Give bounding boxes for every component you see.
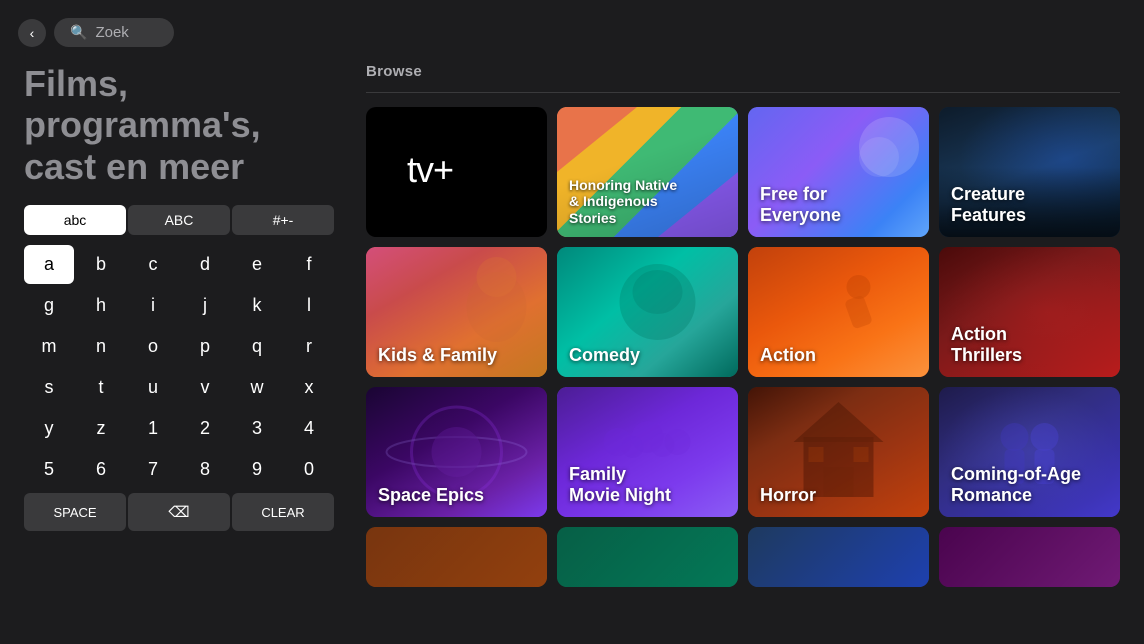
key-t[interactable]: t [76,368,126,407]
key-5[interactable]: 5 [24,450,74,489]
browse-card-appletv-plus[interactable]: tv+ [366,107,547,237]
key-j[interactable]: j [180,286,230,325]
key-n[interactable]: n [76,327,126,366]
key-z[interactable]: z [76,409,126,448]
key-b[interactable]: b [76,245,126,284]
keyboard-grid: abcdef ghijkl mnopqr stuvwx yz1234 567890 [24,245,334,489]
key-f[interactable]: f [284,245,334,284]
key-8[interactable]: 8 [180,450,230,489]
browse-card-horror[interactable]: Horror [748,387,929,517]
card-label-indigenous: Honoring Native& IndigenousStories [569,177,677,227]
key-y[interactable]: y [24,409,74,448]
card-label-family-night: FamilyMovie Night [569,464,671,507]
key-l[interactable]: l [284,286,334,325]
card-label-creature: CreatureFeatures [951,184,1026,227]
browse-card-coming-of-age-romance[interactable]: Coming-of-AgeRomance [939,387,1120,517]
card-label-free: Free forEveryone [760,184,841,227]
key-g[interactable]: g [24,286,74,325]
search-icon: 🔍 [70,24,87,41]
mode-ABC[interactable]: ABC [128,205,230,235]
card-label-action-thrillers: ActionThrillers [951,324,1022,367]
key-x[interactable]: x [284,368,334,407]
top-bar: ‹ 🔍 Zoek [0,0,1144,57]
key-c[interactable]: c [128,245,178,284]
browse-grid: tv+ Honoring Native& IndigenousS [366,107,1120,517]
keyboard-modes: abc ABC #+- [24,205,334,235]
browse-section-title: Browse [366,63,1120,80]
browse-card-partial-2[interactable] [557,527,738,587]
search-label: Zoek [95,24,128,41]
key-a[interactable]: a [24,245,74,284]
page-title: Films, programma's, cast en meer [24,63,334,187]
key-v[interactable]: v [180,368,230,407]
browse-card-honoring-indigenous[interactable]: Honoring Native& IndigenousStories [557,107,738,237]
browse-row4 [366,527,1120,587]
key-k[interactable]: k [232,286,282,325]
back-button[interactable]: ‹ [18,19,46,47]
card-label-horror: Horror [760,485,816,507]
mode-abc[interactable]: abc [24,205,126,235]
card-label-space: Space Epics [378,485,484,507]
browse-card-space-epics[interactable]: Space Epics [366,387,547,517]
key-s[interactable]: s [24,368,74,407]
browse-card-free-for-everyone[interactable]: Free forEveryone [748,107,929,237]
svg-text:tv+: tv+ [407,149,453,190]
browse-card-comedy[interactable]: Comedy [557,247,738,377]
browse-card-creature-features[interactable]: CreatureFeatures [939,107,1120,237]
key-q[interactable]: q [232,327,282,366]
mode-symbols[interactable]: #+- [232,205,334,235]
key-u[interactable]: u [128,368,178,407]
browse-card-action-thrillers[interactable]: ActionThrillers [939,247,1120,377]
browse-card-action[interactable]: Action [748,247,929,377]
keyboard-panel: Films, programma's, cast en meer abc ABC… [24,57,334,631]
key-e[interactable]: e [232,245,282,284]
delete-key[interactable]: ⌫ [128,493,230,531]
key-0[interactable]: 0 [284,450,334,489]
key-4[interactable]: 4 [284,409,334,448]
browse-panel: Browse tv+ [366,57,1120,631]
key-6[interactable]: 6 [76,450,126,489]
key-7[interactable]: 7 [128,450,178,489]
main-layout: Films, programma's, cast en meer abc ABC… [0,57,1144,631]
browse-card-family-movie-night[interactable]: FamilyMovie Night [557,387,738,517]
key-p[interactable]: p [180,327,230,366]
browse-divider [366,92,1120,93]
key-m[interactable]: m [24,327,74,366]
space-key[interactable]: SPACE [24,493,126,531]
appletv-logo: tv+ [402,144,512,201]
key-r[interactable]: r [284,327,334,366]
delete-icon: ⌫ [168,503,189,521]
key-2[interactable]: 2 [180,409,230,448]
keyboard-actions: SPACE ⌫ CLEAR [24,493,334,531]
key-h[interactable]: h [76,286,126,325]
browse-card-partial-3[interactable] [748,527,929,587]
browse-card-partial-4[interactable] [939,527,1120,587]
back-icon: ‹ [30,25,35,41]
key-3[interactable]: 3 [232,409,282,448]
card-label-kids: Kids & Family [378,345,497,367]
card-label-action: Action [760,345,816,367]
key-d[interactable]: d [180,245,230,284]
card-label-coming-of-age: Coming-of-AgeRomance [951,464,1081,507]
key-9[interactable]: 9 [232,450,282,489]
clear-key[interactable]: CLEAR [232,493,334,531]
key-o[interactable]: o [128,327,178,366]
browse-card-kids-family[interactable]: Kids & Family [366,247,547,377]
search-bar[interactable]: 🔍 Zoek [54,18,174,47]
card-label-comedy: Comedy [569,345,640,367]
key-i[interactable]: i [128,286,178,325]
key-1[interactable]: 1 [128,409,178,448]
key-w[interactable]: w [232,368,282,407]
browse-card-partial-1[interactable] [366,527,547,587]
